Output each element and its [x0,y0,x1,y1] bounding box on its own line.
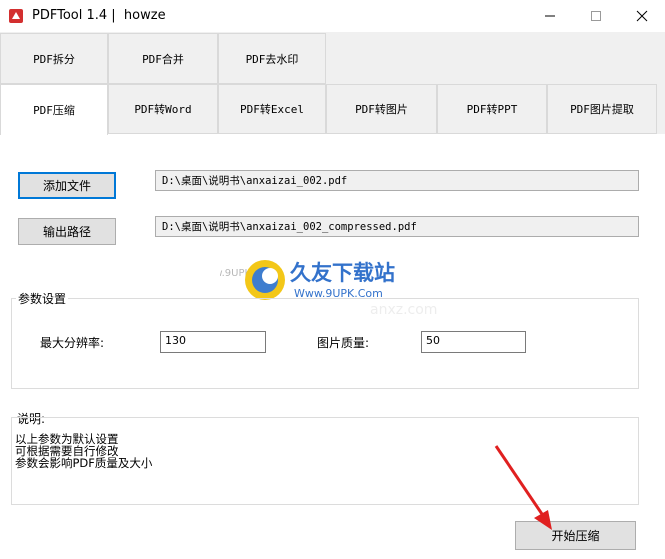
quality-input[interactable]: 50 [421,331,526,353]
app-icon [9,9,23,23]
tab-pdf-remove-watermark[interactable]: PDF去水印 [218,33,326,84]
tab-pdf-to-image[interactable]: PDF转图片 [326,84,437,134]
window-title: PDFTool 1.4 | howze [32,8,166,23]
params-group-label: 参数设置 [16,290,69,307]
watermark-brand: 久友下载站 [290,261,395,285]
tab-pdf-to-excel[interactable]: PDF转Excel [218,84,326,134]
resolution-label: 最大分辨率: [40,336,105,350]
close-icon [636,10,648,22]
tab-pdf-split[interactable]: PDF拆分 [0,33,108,84]
maximize-button[interactable] [573,0,619,32]
tab-pdf-compress[interactable]: PDF压缩 [0,84,108,135]
input-path-field[interactable]: D:\桌面\说明书\anxaizai_002.pdf [155,170,639,191]
red-arrow-annotation [494,445,552,530]
output-path-field[interactable]: D:\桌面\说明书\anxaizai_002_compressed.pdf [155,216,639,237]
close-button[interactable] [619,0,665,32]
maximize-icon [591,11,601,21]
tab-pdf-to-ppt[interactable]: PDF转PPT [437,84,547,134]
notes-text: 以上参数为默认设置 可根据需要自行修改 参数会影响PDF质量及大小 [15,432,153,470]
tab-pdf-image-extract[interactable]: PDF图片提取 [547,84,657,134]
add-file-button[interactable]: 添加文件 [18,172,116,199]
tab-pdf-to-word[interactable]: PDF转Word [108,84,218,134]
minimize-button[interactable] [527,0,573,32]
minimize-icon [545,15,555,17]
quality-label: 图片质量: [317,336,370,350]
output-path-button[interactable]: 输出路径 [18,218,116,245]
tab-pdf-merge[interactable]: PDF合并 [108,33,218,84]
title-bar: PDFTool 1.4 | howze [0,0,665,32]
resolution-input[interactable]: 130 [160,331,266,353]
